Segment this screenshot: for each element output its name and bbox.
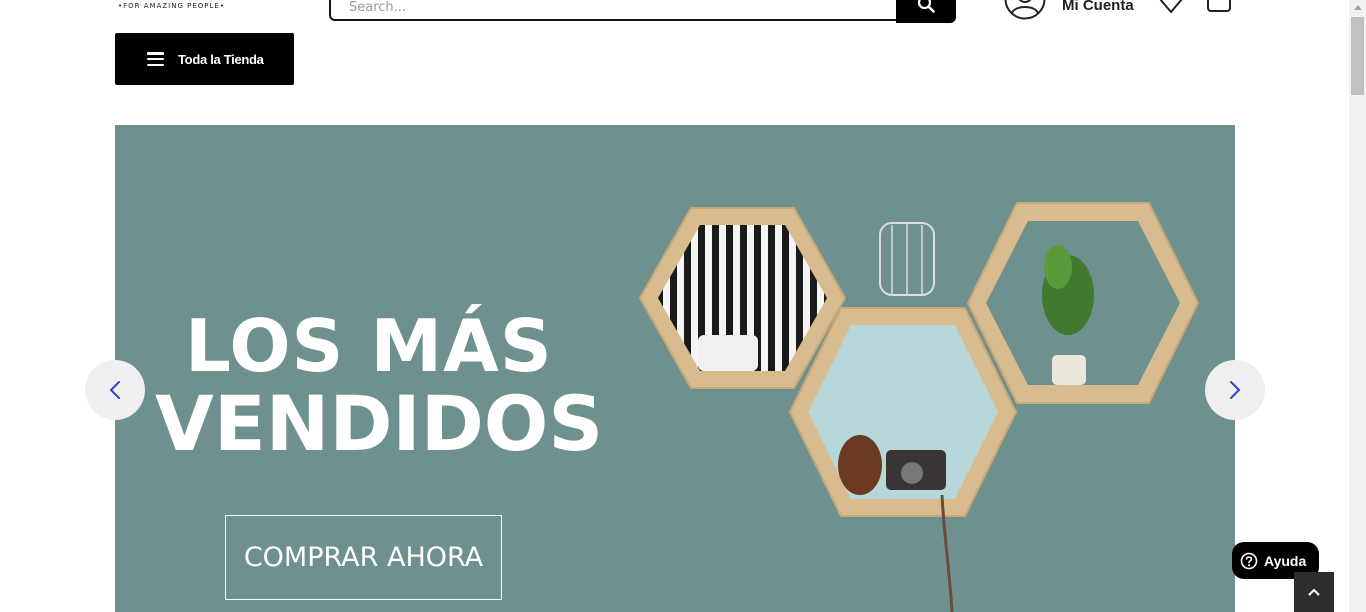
cart-icon[interactable] [1206, 0, 1232, 14]
scroll-up-arrow[interactable] [1349, 0, 1366, 15]
hero-headline-line2: VENDIDOS [155, 379, 604, 468]
search-icon [917, 0, 935, 13]
hexagon-shelves-image [638, 202, 1200, 612]
slider-next-button[interactable] [1205, 360, 1265, 420]
page-scrollbar[interactable] [1349, 0, 1366, 612]
search-input[interactable] [349, 0, 889, 15]
help-label: Ayuda [1264, 552, 1307, 569]
chevron-right-icon [1230, 381, 1240, 399]
hero-headline-line1: LOS MÁS [185, 304, 553, 388]
triangle-up-icon [1353, 5, 1362, 10]
brand-tagline: •FOR AMAZING PEOPLE• [118, 2, 225, 10]
question-icon [1240, 552, 1258, 569]
user-icon[interactable] [1004, 0, 1046, 20]
menu-icon [147, 52, 164, 66]
chevron-left-icon [110, 381, 120, 399]
search-bar [329, 0, 956, 23]
chevron-up-icon [1308, 589, 1320, 596]
search-button[interactable] [896, 0, 956, 23]
account-link[interactable]: Mi Cuenta [1062, 0, 1134, 14]
hero-banner[interactable]: LOS MÁS VENDIDOS COMPRAR AHORA [115, 125, 1235, 612]
scroll-thumb[interactable] [1351, 17, 1364, 95]
back-to-top-button[interactable] [1294, 572, 1334, 612]
hero-headline: LOS MÁS VENDIDOS [155, 307, 603, 463]
slider-prev-button[interactable] [85, 360, 145, 420]
heart-icon[interactable] [1158, 0, 1184, 14]
shop-now-button[interactable]: COMPRAR AHORA [225, 515, 502, 600]
all-categories-button[interactable]: Toda la Tienda [115, 33, 294, 85]
all-categories-label: Toda la Tienda [178, 51, 264, 67]
